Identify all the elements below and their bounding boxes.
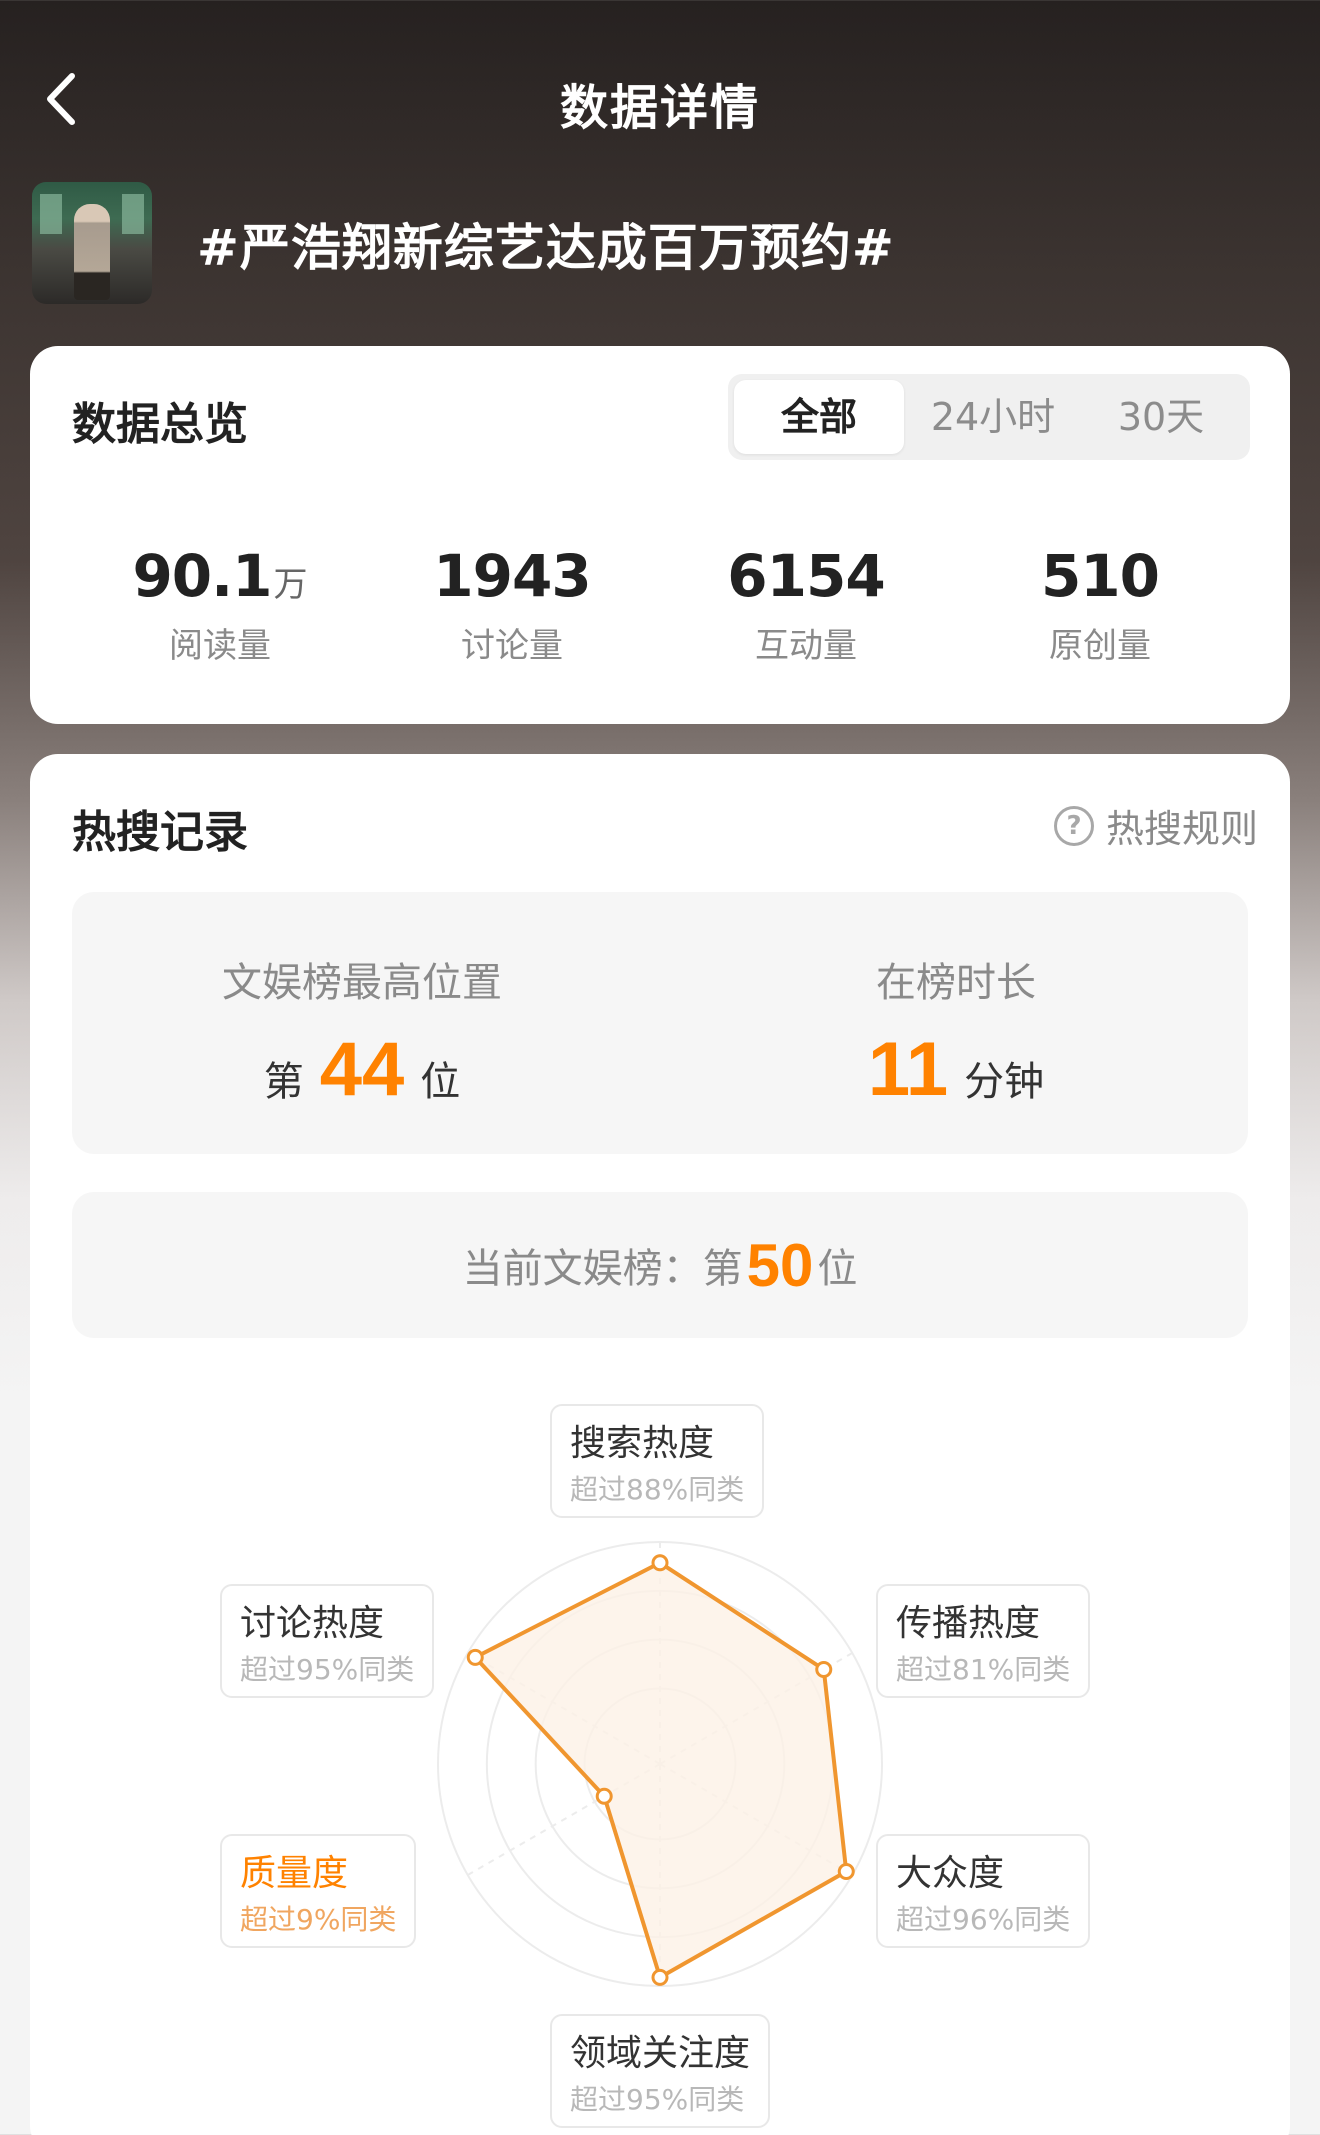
- radar-label-name: 传播热度: [896, 1603, 1041, 1644]
- page-title: 数据详情: [559, 80, 760, 136]
- radar-label-popularity: 大众度 超过96%同类: [876, 1834, 1091, 1948]
- stat-value: 6154: [727, 542, 885, 610]
- radar-label-name: 搜索热度: [570, 1423, 715, 1464]
- topic-title: #严浩翔新综艺达成百万预约#: [197, 219, 895, 277]
- thumb-decor: [122, 194, 144, 234]
- radar-label-name: 领域关注度: [570, 2033, 751, 2074]
- time-range-tabs: 全部 24小时 30天: [728, 374, 1250, 460]
- tab-30d[interactable]: 30天: [1078, 380, 1244, 454]
- radar-label-search: 搜索热度 超过88%同类: [550, 1404, 765, 1518]
- stat-value: 510: [1040, 542, 1160, 610]
- radar-label-desc: 超过9%同类: [240, 1903, 397, 1936]
- thumb-decor: [40, 194, 62, 234]
- stat-label: 阅读量: [169, 626, 271, 666]
- stat-original: 510 原创量: [980, 542, 1220, 667]
- radar-point: [466, 1648, 484, 1666]
- radar-point: [815, 1660, 833, 1678]
- radar-label-quality: 质量度 超过9%同类: [220, 1834, 417, 1948]
- thumb-person: [74, 204, 110, 300]
- radar-label-name: 质量度: [240, 1853, 349, 1894]
- stat-label: 互动量: [755, 626, 857, 666]
- radar-label-discussion: 讨论热度 超过95%同类: [220, 1584, 435, 1698]
- stat-read: 90.1万 阅读量: [100, 542, 340, 667]
- stat-label: 讨论量: [461, 626, 563, 666]
- stat-value: 90.1万: [132, 542, 308, 610]
- stat-interaction: 6154 互动量: [686, 542, 926, 667]
- radar-label-desc: 超过95%同类: [240, 1653, 415, 1686]
- radar-label-desc: 超过96%同类: [896, 1903, 1071, 1936]
- radar-label-desc: 超过81%同类: [896, 1653, 1071, 1686]
- stat-value: 1943: [433, 542, 591, 610]
- radar-label-spread: 传播热度 超过81%同类: [876, 1584, 1091, 1698]
- radar-label-name: 大众度: [896, 1853, 1005, 1894]
- stat-label: 原创量: [1049, 626, 1151, 666]
- topic-header: #严浩翔新综艺达成百万预约#: [32, 182, 1292, 306]
- radar-area: [473, 1560, 849, 1980]
- radar-label-desc: 超过95%同类: [570, 2083, 745, 2116]
- tab-all[interactable]: 全部: [734, 380, 904, 454]
- stat-unit: 万: [273, 565, 308, 605]
- hot-search-card: 热搜记录 ? 热搜规则 文娱榜最高位置 第 44 位 在榜时长 11 分钟 当前…: [30, 754, 1290, 2135]
- radar-label-name: 讨论热度: [240, 1603, 385, 1644]
- radar-point: [595, 1787, 613, 1805]
- top-bar: 数据详情: [0, 40, 1320, 160]
- topic-thumbnail[interactable]: [32, 182, 152, 304]
- stat-discussion: 1943 讨论量: [392, 542, 632, 667]
- radar-label-desc: 超过88%同类: [570, 1473, 745, 1506]
- radar-point: [837, 1863, 855, 1881]
- radar-label-domain: 领域关注度 超过95%同类: [550, 2014, 771, 2128]
- overview-card: 数据总览 全部 24小时 30天 90.1万 阅读量 1943 讨论量 6154…: [30, 346, 1290, 724]
- overview-title: 数据总览: [72, 399, 248, 450]
- radar-point: [651, 1554, 669, 1572]
- radar-point: [651, 1968, 669, 1986]
- tab-24h[interactable]: 24小时: [908, 380, 1078, 454]
